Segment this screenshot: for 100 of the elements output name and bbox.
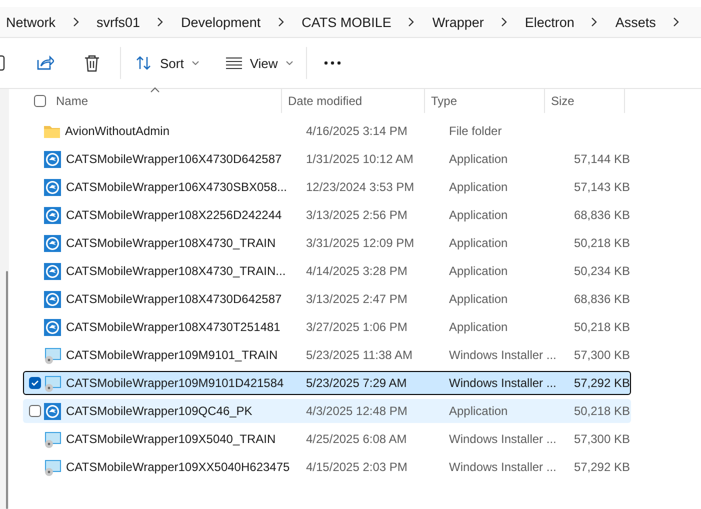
app-icon xyxy=(44,318,61,336)
file-row[interactable]: CATSMobileWrapper108X2256D242244 3/13/2025 2:56 PM Application 68,836 KB xyxy=(23,203,631,227)
app-icon xyxy=(44,178,61,196)
file-type: Application xyxy=(448,151,509,168)
column-header[interactable]: Type xyxy=(431,94,458,108)
file-type: Application xyxy=(448,207,509,224)
file-size: 68,836 KB xyxy=(572,207,630,224)
breadcrumb-item[interactable]: Wrapper xyxy=(432,14,484,30)
file-type: Application xyxy=(448,235,509,252)
app-icon xyxy=(44,290,61,308)
file-size: 50,234 KB xyxy=(572,263,630,280)
app-icon xyxy=(44,206,61,224)
file-row[interactable]: CATSMobileWrapper108X4730D642587 3/13/2025 2:47 PM Application 68,836 KB xyxy=(23,287,631,311)
checkbox[interactable] xyxy=(29,405,41,417)
sort-button[interactable]: Sort xyxy=(136,47,199,79)
date-modified: 12/23/2024 3:53 PM xyxy=(305,179,416,196)
file-name: CATSMobileWrapper109X5040_TRAIN xyxy=(66,432,276,446)
chevron-icon xyxy=(672,17,680,27)
file-name: CATSMobileWrapper106X4730SBX058... xyxy=(66,180,288,194)
breadcrumb-item[interactable]: Assets xyxy=(615,14,656,30)
file-type: Windows Installer ... xyxy=(448,347,558,364)
view-button[interactable]: View xyxy=(226,47,293,79)
file-row[interactable]: CATSMobileWrapper109QC46_PK 4/3/2025 12:48 PM Application 50,218 KB xyxy=(23,399,631,423)
app-icon xyxy=(44,150,61,168)
file-size: 57,292 KB xyxy=(572,375,630,392)
file-size: 50,218 KB xyxy=(572,319,630,336)
file-type: Application xyxy=(448,403,509,420)
file-row[interactable]: CATSMobileWrapper109M9101D421584 5/23/2025 7:29 AM Windows Installer ... 57,292 KB xyxy=(23,371,631,395)
chevron-icon xyxy=(407,17,416,27)
copy-icon[interactable] xyxy=(0,55,5,71)
file-type: Application xyxy=(448,179,509,196)
date-modified: 3/13/2025 2:56 PM xyxy=(305,207,408,224)
file-type: Windows Installer ... xyxy=(448,459,558,476)
date-modified: 1/31/2025 10:12 AM xyxy=(305,151,414,168)
more-icon xyxy=(324,61,341,65)
file-name: CATSMobileWrapper108X4730T251481 xyxy=(66,320,280,334)
breadcrumb-item[interactable]: Network xyxy=(6,14,56,30)
file-size: 50,218 KB xyxy=(572,235,630,252)
breadcrumb-item[interactable]: Development xyxy=(181,14,261,30)
chevron-icon xyxy=(276,17,285,27)
column-header[interactable]: Date modified xyxy=(288,94,362,108)
file-row[interactable]: CATSMobileWrapper108X4730_TRAIN... 4/14/2025 3:28 PM Application 50,234 KB xyxy=(23,259,631,283)
file-name: CATSMobileWrapper108X4730_TRAIN... xyxy=(66,264,286,278)
date-modified: 4/25/2025 6:08 AM xyxy=(305,431,408,448)
installer-icon xyxy=(44,430,61,448)
date-modified: 4/15/2025 2:03 PM xyxy=(305,459,408,476)
file-size: 57,292 KB xyxy=(572,459,630,476)
file-name: CATSMobileWrapper109QC46_PK xyxy=(66,404,252,418)
date-modified: 3/13/2025 2:47 PM xyxy=(305,291,408,308)
file-name: CATSMobileWrapper109M9101_TRAIN xyxy=(66,348,278,362)
lines-icon xyxy=(226,57,242,69)
column-header[interactable]: Name xyxy=(56,94,88,108)
file-size: 50,218 KB xyxy=(572,403,630,420)
date-modified: 3/31/2025 12:09 PM xyxy=(305,235,416,252)
file-size: 68,836 KB xyxy=(572,291,630,308)
file-name: AvionWithoutAdmin xyxy=(65,124,170,138)
checkbox[interactable] xyxy=(29,377,41,389)
file-type: Application xyxy=(448,291,509,308)
checkbox[interactable] xyxy=(34,95,46,107)
file-row[interactable]: CATSMobileWrapper109X5040_TRAIN 4/25/2025 6:08 AM Windows Installer ... 57,300 KB xyxy=(23,427,631,451)
folder-icon xyxy=(44,124,60,138)
chevron-icon xyxy=(590,17,598,27)
file-type: Windows Installer ... xyxy=(448,431,558,448)
installer-icon xyxy=(44,346,61,364)
date-modified: 5/23/2025 11:38 AM xyxy=(305,347,414,364)
date-modified: 4/14/2025 3:28 PM xyxy=(305,263,408,280)
breadcrumb-item[interactable]: Electron xyxy=(524,14,574,30)
file-size: 57,143 KB xyxy=(572,179,630,196)
file-row[interactable]: CATSMobileWrapper109XX5040H623475 4/15/2025 2:03 PM Windows Installer ... 57,292 KB xyxy=(23,455,631,479)
file-row[interactable]: CATSMobileWrapper106X4730D642587 1/31/2025 10:12 AM Application 57,144 KB xyxy=(23,147,631,171)
date-modified: 4/16/2025 3:14 PM xyxy=(305,123,408,140)
checkmark-icon xyxy=(31,380,39,386)
chevron-down-icon xyxy=(286,61,293,65)
app-icon xyxy=(44,402,61,420)
file-row[interactable]: CATSMobileWrapper108X4730_TRAIN 3/31/2025 12:09 PM Application 50,218 KB xyxy=(23,231,631,255)
installer-icon xyxy=(44,458,61,476)
file-row[interactable]: CATSMobileWrapper106X4730SBX058... 12/23/2024 3:53 PM Application 57,143 KB xyxy=(23,175,631,199)
sort-arrows-icon xyxy=(136,56,152,70)
date-modified: 5/23/2025 7:29 AM xyxy=(305,375,408,392)
file-type: Application xyxy=(448,319,509,336)
chevron-icon xyxy=(500,17,508,27)
chevron-down-icon xyxy=(192,61,199,65)
file-name: CATSMobileWrapper108X4730_TRAIN xyxy=(66,236,276,250)
chevron-icon xyxy=(156,17,164,27)
date-modified: 3/27/2025 1:06 PM xyxy=(305,319,408,336)
file-name: CATSMobileWrapper109M9101D421584 xyxy=(66,376,284,390)
breadcrumb-item[interactable]: svrfs01 xyxy=(96,14,140,30)
file-name: CATSMobileWrapper106X4730D642587 xyxy=(66,152,282,166)
file-type: Application xyxy=(448,263,509,280)
file-type: Windows Installer ... xyxy=(448,375,558,392)
app-icon xyxy=(44,262,61,280)
date-modified: 4/3/2025 12:48 PM xyxy=(305,403,408,420)
breadcrumb-item[interactable]: CATS MOBILE xyxy=(302,14,392,30)
file-size: 57,300 KB xyxy=(572,347,630,364)
file-row[interactable]: AvionWithoutAdmin 4/16/2025 3:14 PM File folder xyxy=(23,119,631,143)
column-header[interactable]: Size xyxy=(551,94,574,108)
file-row[interactable]: CATSMobileWrapper109M9101_TRAIN 5/23/2025 11:38 AM Windows Installer ... 57,300 KB xyxy=(23,343,631,367)
file-name: CATSMobileWrapper108X4730D642587 xyxy=(66,292,282,306)
scrollbar[interactable] xyxy=(6,271,8,509)
file-row[interactable]: CATSMobileWrapper108X4730T251481 3/27/2025 1:06 PM Application 50,218 KB xyxy=(23,315,631,339)
